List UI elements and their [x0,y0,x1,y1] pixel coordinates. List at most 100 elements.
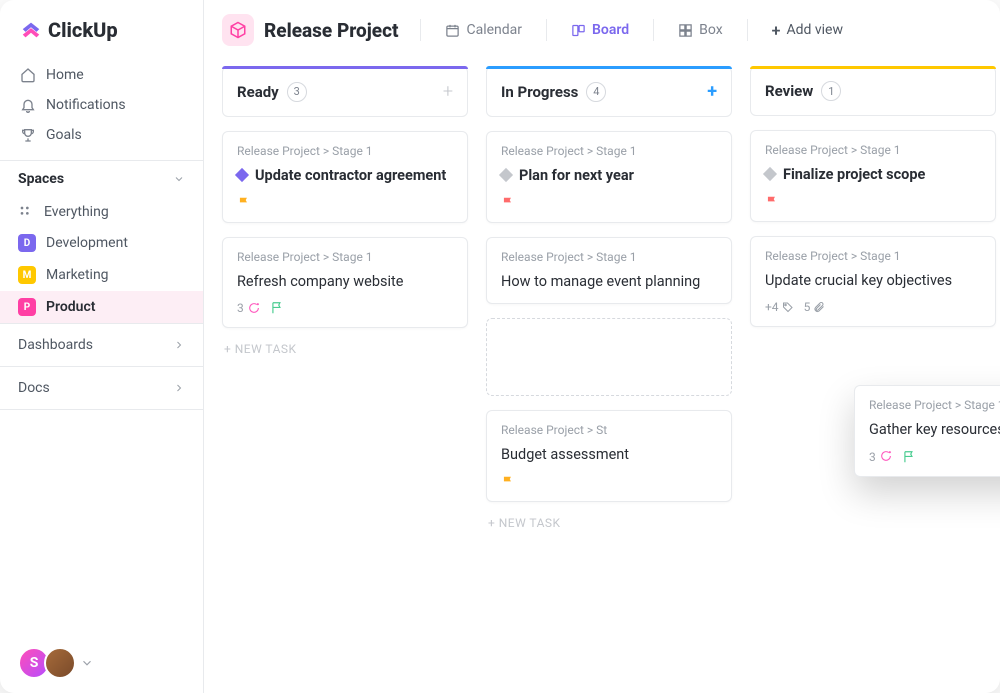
task-breadcrumb: Release Project > Stage 1 [765,249,981,263]
task-breadcrumb: Release Project > St [501,423,717,437]
chevron-down-icon [80,656,94,670]
column-header-ready[interactable]: Ready 3 + [222,66,468,117]
space-badge-development: D [18,234,36,252]
spaces-header-label: Spaces [18,171,64,187]
chevron-down-icon [173,173,185,185]
nav-notifications[interactable]: Notifications [10,90,193,120]
space-product[interactable]: P Product [0,291,203,323]
comments-count: 3 [869,450,892,464]
task-title: Budget assessment [501,445,717,465]
sidebar-dashboards[interactable]: Dashboards [0,323,203,366]
comments-count: 3 [237,301,260,315]
separator [653,19,654,41]
priority-diamond-icon [235,168,249,182]
task-card[interactable]: Release Project > Stage 1 Update contrac… [222,131,468,223]
sidebar-docs[interactable]: Docs [0,366,203,410]
priority-diamond-icon [499,168,513,182]
column-header-review[interactable]: Review 1 [750,66,996,116]
column-title: Review [765,82,813,100]
task-breadcrumb: Release Project > Stage 1 [237,250,453,264]
task-card[interactable]: Release Project > St Budget assessment [486,410,732,502]
column-accent [486,66,732,69]
dragging-task-card[interactable]: ✥ Release Project > Stage 1 Gather key r… [854,385,1000,477]
column-add-button[interactable]: + [707,81,717,102]
calendar-icon [445,23,460,38]
column-count: 1 [821,81,841,101]
clickup-logo-icon [20,19,42,41]
avatar-photo [44,647,76,679]
task-card[interactable]: Release Project > Stage 1 Finalize proje… [750,130,996,222]
column-title: Ready [237,83,279,101]
cube-icon [229,21,247,39]
project-icon [222,14,254,46]
column-ready: Ready 3 + Release Project > Stage 1 Upda… [222,66,468,693]
sidebar: ClickUp Home Notifications Goals Spaces … [0,0,204,693]
nav-goals[interactable]: Goals [10,120,193,150]
nav-home[interactable]: Home [10,60,193,90]
sidebar-dashboards-label: Dashboards [18,337,93,353]
comment-icon [879,450,892,463]
brand-name: ClickUp [48,18,118,42]
view-tab-board[interactable]: Board [561,16,639,44]
new-task-button[interactable]: + NEW TASK [486,516,732,530]
brand-logo[interactable]: ClickUp [0,0,203,56]
app-window: ClickUp Home Notifications Goals Spaces … [0,0,1000,693]
user-avatar-menu[interactable]: S [18,647,94,679]
task-breadcrumb: Release Project > Stage 1 [501,250,717,264]
separator [747,19,748,41]
project-title: Release Project [264,19,398,42]
nav-home-label: Home [46,67,84,83]
box-grid-icon [678,23,693,38]
flag-outline-icon [270,301,284,315]
column-add-button[interactable]: + [443,81,453,102]
column-count: 3 [287,82,307,102]
task-title: Plan for next year [519,166,634,186]
column-accent [750,66,996,69]
task-breadcrumb: Release Project > Stage 1 [765,143,981,157]
trophy-icon [20,127,36,143]
space-badge-marketing: M [18,266,36,284]
view-tab-calendar[interactable]: Calendar [435,16,532,44]
task-title: Update contractor agreement [255,166,446,186]
card-drop-zone[interactable] [486,318,732,396]
sidebar-docs-label: Docs [18,380,50,396]
view-tab-box[interactable]: Box [668,16,733,44]
attachment-count: 5 [804,300,826,314]
task-card[interactable]: Release Project > Stage 1 Plan for next … [486,131,732,223]
task-card[interactable]: Release Project > Stage 1 Refresh compan… [222,237,468,329]
column-accent [222,66,468,69]
spaces-header[interactable]: Spaces [0,160,203,197]
column-review: Review 1 Release Project > Stage 1 Final… [750,66,996,693]
flag-icon [501,196,515,210]
task-breadcrumb: Release Project > Stage 1 [501,144,717,158]
task-title: Gather key resources [869,420,1000,440]
space-product-label: Product [46,299,95,315]
new-task-button[interactable]: + NEW TASK [222,342,468,356]
task-title: Update crucial key objectives [765,271,981,291]
column-count: 4 [586,82,606,102]
nav-notifications-label: Notifications [46,97,126,113]
task-card[interactable]: Release Project > Stage 1 How to manage … [486,237,732,305]
task-title: Refresh company website [237,272,453,292]
chevron-right-icon [173,339,185,351]
add-view-button[interactable]: + Add view [762,15,853,46]
space-marketing[interactable]: M Marketing [0,259,203,291]
column-header-in-progress[interactable]: In Progress 4 + [486,66,732,117]
priority-diamond-icon [763,167,777,181]
task-card[interactable]: Release Project > Stage 1 Update crucial… [750,236,996,328]
flag-outline-icon [902,450,916,464]
flag-icon [501,475,515,489]
view-tab-board-label: Board [592,22,629,38]
task-title: Finalize project scope [783,165,925,185]
column-title: In Progress [501,83,578,101]
view-tab-calendar-label: Calendar [466,22,522,38]
nav-goals-label: Goals [46,127,82,143]
spaces-everything[interactable]: Everything [0,197,203,227]
paperclip-icon [813,301,825,313]
column-in-progress: In Progress 4 + Release Project > Stage … [486,66,732,693]
space-development[interactable]: D Development [0,227,203,259]
flag-icon [765,195,779,209]
plus-icon: + [772,21,781,40]
space-badge-product: P [18,298,36,316]
comment-icon [247,302,260,315]
